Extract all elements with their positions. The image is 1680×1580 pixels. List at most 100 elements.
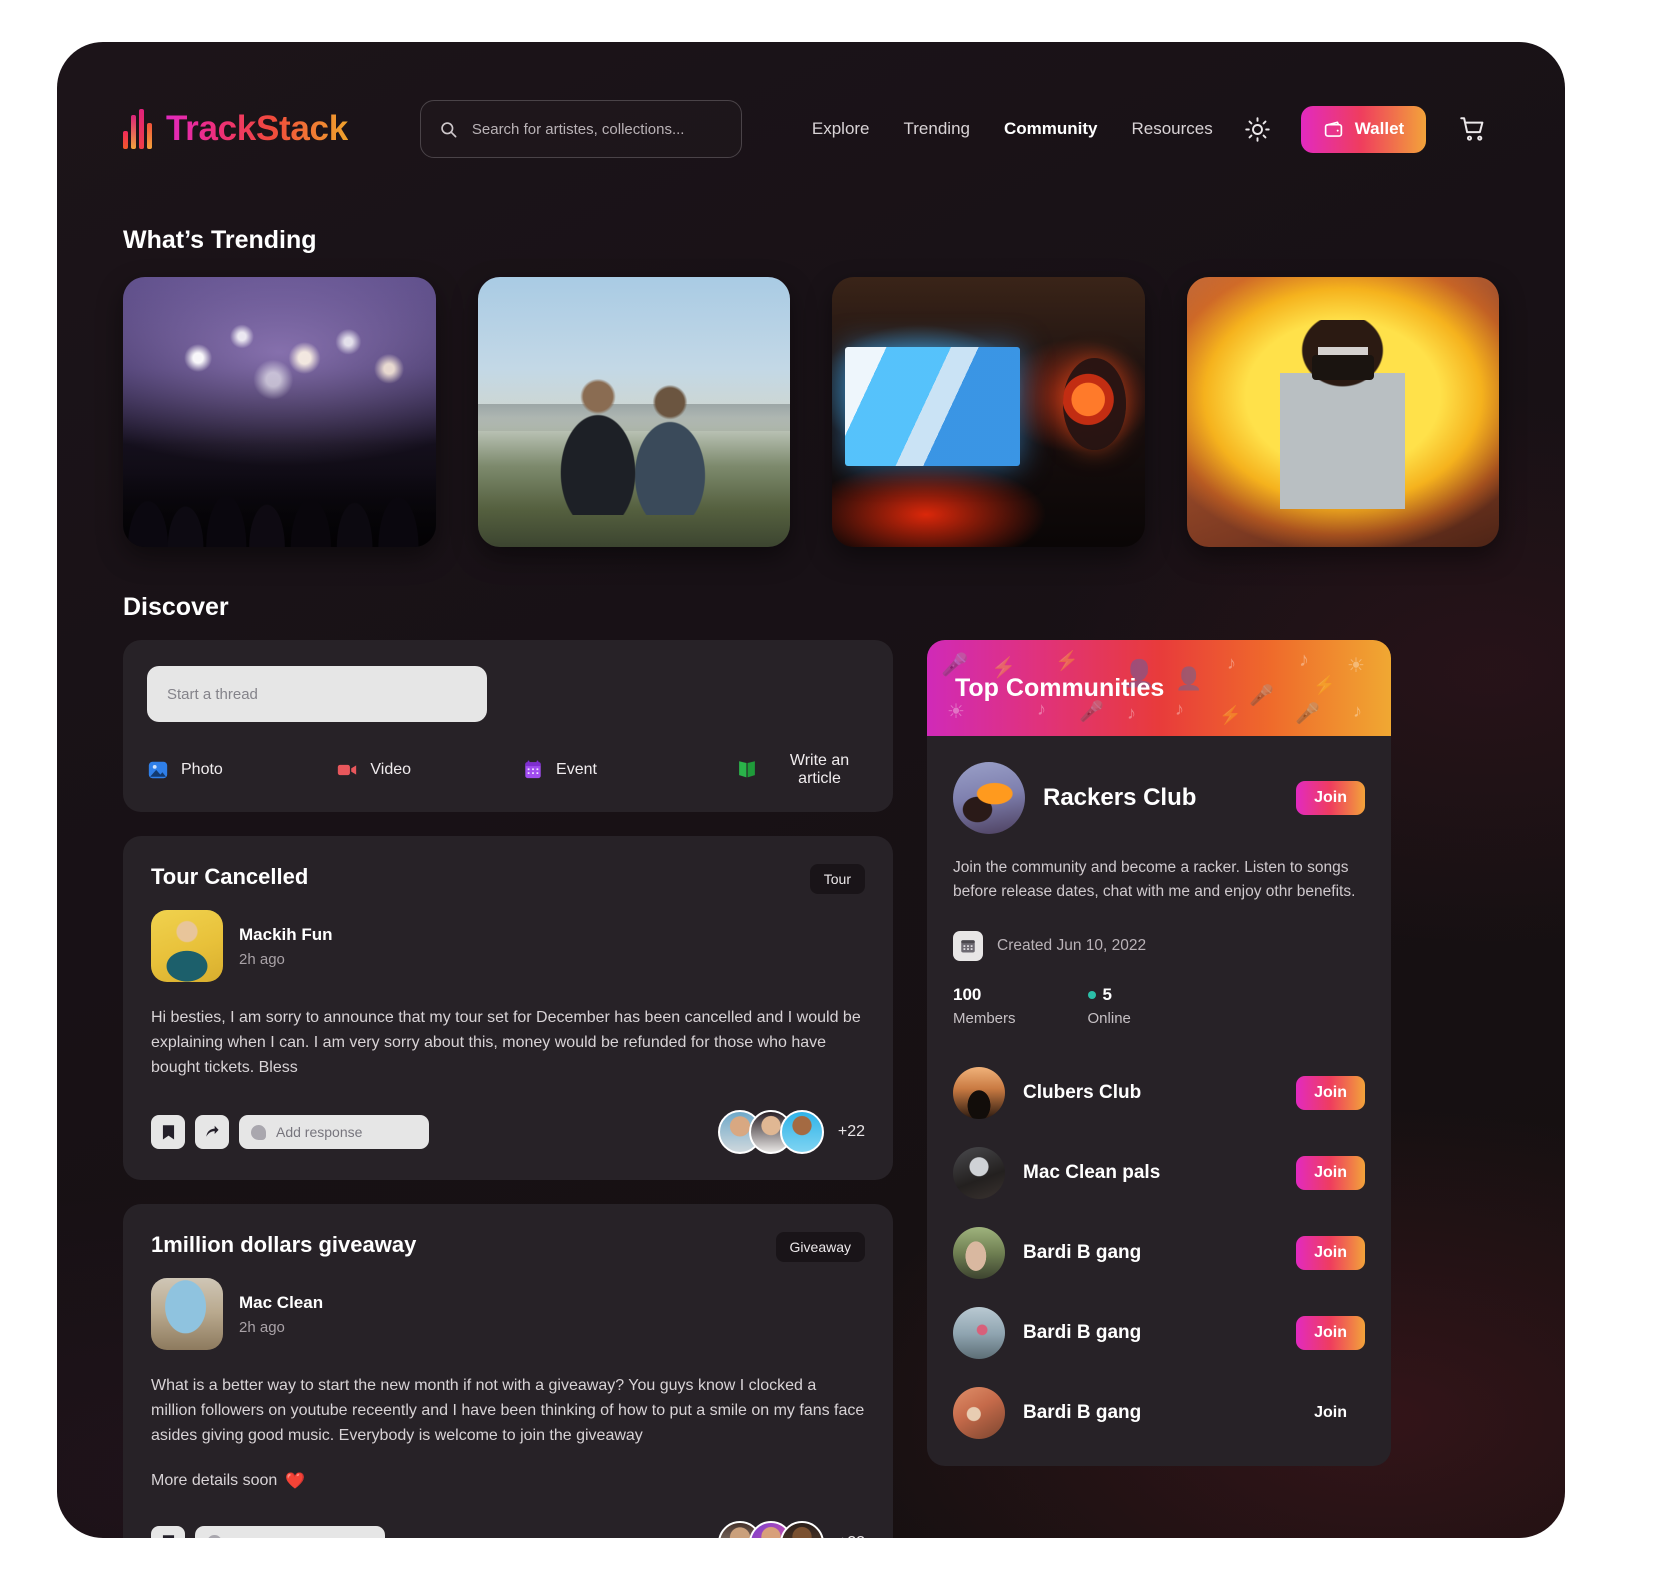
nav-item-resources[interactable]: Resources [1131,119,1212,139]
list-item[interactable]: Bardi B gang Join [927,1213,1391,1293]
bookmark-button[interactable] [151,1115,185,1150]
avatar [953,1146,1005,1199]
microphone-icon: 🎤 [1249,685,1274,707]
disc-icon: ☀ [1347,655,1365,677]
write-event-label: Event [556,761,597,778]
online-status-dot [1087,990,1096,999]
post-body: Hi besties, I am sorry to announce that … [151,1009,861,1076]
reaction-count: +22 [838,1534,865,1538]
post-tag: Giveaway [775,1232,865,1263]
avatar [779,1520,824,1538]
bookmark-icon [162,1125,174,1140]
add-response-placeholder: Add response [232,1535,318,1538]
top-communities-banner: 🎤 ⚡ ⚡ 👤 👤 ♪ ♪ ☀ ☀ ♪ 🎤 ♪ ♪ ⚡ 🎤 🎤 ⚡ ♪ Top … [927,640,1391,736]
trending-cards-row [57,255,1565,547]
join-button[interactable]: Join [1296,1396,1365,1430]
nav-item-community[interactable]: Community [1004,119,1098,139]
members-label: Members [953,1009,1016,1027]
post-tag: Tour [809,864,865,894]
post-footer: Add response +22 [151,1110,865,1155]
post-actions: Add response [151,1115,429,1150]
post-title: Tour Cancelled [151,864,309,889]
add-photo-label: Photo [181,761,223,778]
comment-bubble-icon [207,1535,222,1538]
post-header: 1million dollars giveaway Giveaway [151,1232,865,1263]
post-card: 1million dollars giveaway Giveaway Mac C… [123,1204,893,1538]
reaction-avatar-stack[interactable] [717,1110,824,1155]
nav-item-explore[interactable]: Explore [812,119,870,139]
calendar-icon [953,930,983,961]
post-footer: Add response +22 [151,1520,865,1538]
post-timestamp: 2h ago [239,1318,285,1336]
reaction-avatar-stack[interactable] [717,1520,824,1538]
join-button[interactable]: Join [1296,1155,1365,1190]
video-icon [338,764,357,776]
trending-card-rooftop[interactable] [477,277,790,547]
cart-button[interactable] [1456,112,1490,146]
music-note-icon: ♪ [1037,699,1046,719]
post-reactions: +22 [717,1520,865,1538]
join-button[interactable]: Join [1296,1075,1365,1110]
post-author-row: Mackih Fun 2h ago [151,910,865,982]
featured-community: Rackers Club Join Join the community and… [927,736,1391,1027]
members-stat: 100 Members [953,985,1016,1027]
top-communities-title: Top Communities [955,673,1165,702]
avatar [953,1226,1005,1279]
community-name: Clubers Club [1023,1081,1142,1103]
heart-icon: ❤️ [285,1472,306,1490]
add-response-placeholder: Add response [276,1124,363,1141]
add-photo-button[interactable]: Photo [147,759,336,781]
community-name: Bardi B gang [1023,1401,1142,1423]
composer-actions: Photo Video Event Write an article [147,752,869,788]
post-note: More details soon ❤️ [151,1471,865,1491]
members-value: 100 [953,984,982,1004]
trending-card-gamer[interactable] [832,277,1145,547]
avatar [953,762,1025,834]
cart-icon [1460,117,1484,141]
online-value: 5 [1102,984,1112,1004]
join-button[interactable]: Join [1296,1235,1365,1270]
bookmark-icon [162,1535,174,1538]
nav-item-trending[interactable]: Trending [904,119,970,139]
avatar [151,910,223,982]
top-navigation-bar: TrackStack Explore Trending Community Re… [57,42,1565,158]
theme-toggle-button[interactable] [1243,114,1273,144]
community-name: Bardi B gang [1023,1321,1142,1343]
post-title: 1million dollars giveaway [151,1232,417,1258]
lightning-icon: ⚡ [1313,675,1336,695]
equalizer-icon [123,109,152,149]
search-bar[interactable] [419,100,742,158]
calendar-glyph [961,940,975,953]
list-item[interactable]: Bardi B gang Join [927,1293,1391,1373]
online-stat: 5 Online [1087,984,1131,1027]
write-article-button[interactable]: Write an article [736,752,869,788]
brand-logo[interactable]: TrackStack [123,109,348,149]
wallet-button[interactable]: Wallet [1300,105,1427,153]
add-response-input[interactable]: Add response [239,1115,429,1150]
comment-bubble-icon [251,1124,266,1140]
discover-section-title: Discover [123,593,229,621]
search-icon [441,121,457,137]
join-button[interactable]: Join [1296,1315,1365,1350]
online-label: Online [1087,1009,1131,1027]
search-input[interactable] [471,120,723,138]
trending-card-artist[interactable] [1186,277,1499,547]
list-item[interactable]: Mac Clean pals Join [927,1133,1391,1213]
bookmark-button[interactable] [151,1525,185,1538]
avatar [151,1278,223,1351]
created-date-label: Created Jun 10, 2022 [997,936,1147,954]
list-item[interactable]: Bardi B gang Join [927,1373,1391,1453]
trending-card-concert[interactable] [123,277,436,547]
share-button[interactable] [195,1115,229,1150]
featured-community-description: Join the community and become a racker. … [953,859,1356,901]
join-button[interactable]: Join [1296,781,1365,815]
post-card: Tour Cancelled Tour Mackih Fun 2h ago Hi… [123,836,893,1181]
add-event-button[interactable]: Event [522,759,736,781]
add-video-button[interactable]: Video [336,759,522,781]
start-thread-input[interactable] [147,666,487,722]
add-response-input[interactable]: Add response [195,1525,385,1538]
person-icon: 👤 [1175,666,1203,691]
thread-composer: Photo Video [123,640,893,812]
main-nav: Explore Trending Community Resources [812,119,1213,139]
list-item[interactable]: Clubers Club Join [927,1053,1391,1133]
